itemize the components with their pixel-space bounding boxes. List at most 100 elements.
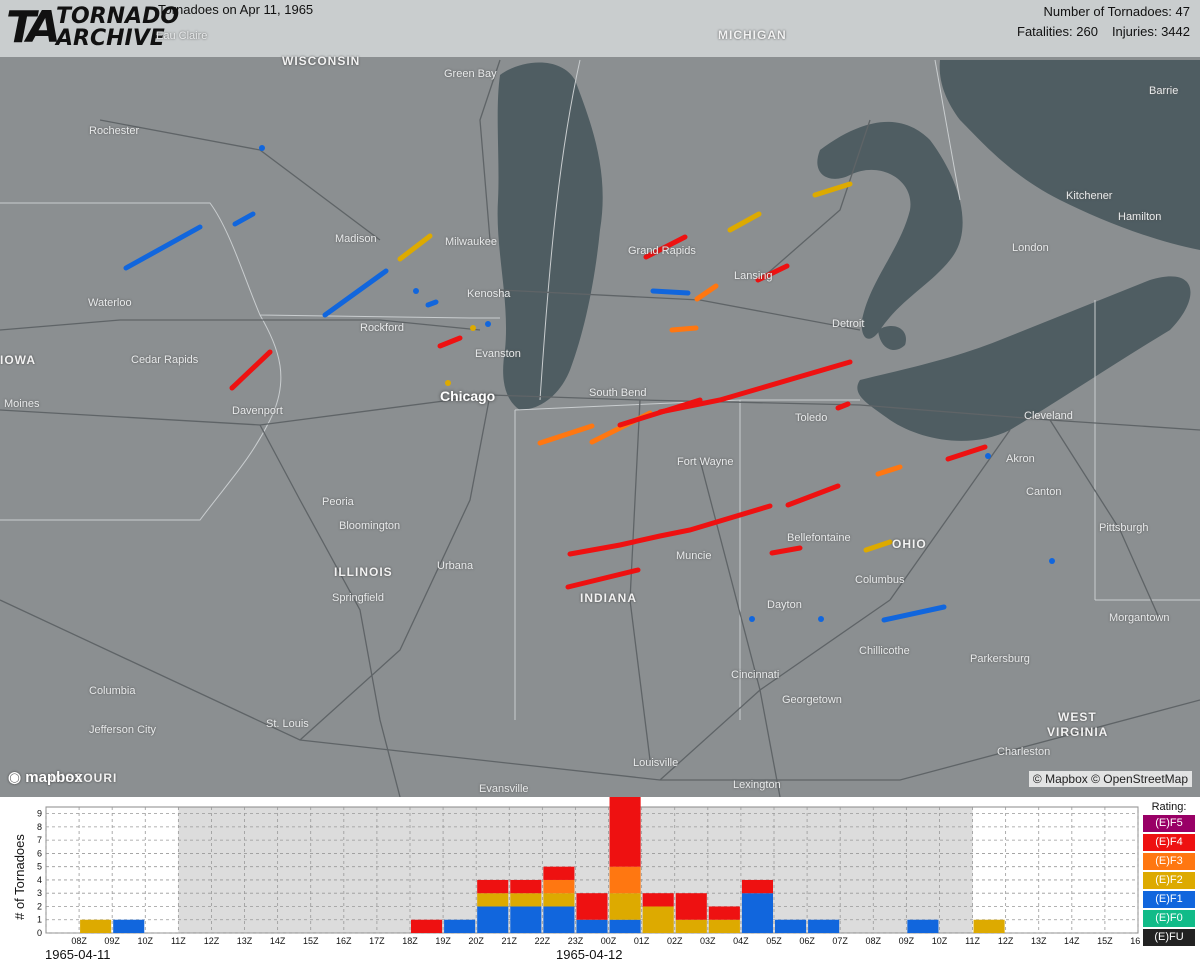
city-cedar-rapids: Cedar Rapids <box>131 354 199 366</box>
bar-segment <box>411 919 443 933</box>
city-rockford: Rockford <box>360 322 405 334</box>
bar-segment <box>609 797 641 867</box>
y-tick-label: 2 <box>37 901 42 911</box>
tornado-histogram: 0 1 2 3 4 5 6 7 8 9 08Z 09Z 10Z 11Z 12Z 13Z 14Z 15Z 16Z 17Z… <box>0 797 1200 965</box>
x-tick-label: 23Z <box>568 936 584 946</box>
legend-item: (E)F5 <box>1143 815 1195 832</box>
legend-item: (E)FU <box>1143 929 1195 946</box>
bar-segment <box>775 919 807 933</box>
legend-item: (E)F2 <box>1143 872 1195 889</box>
bar-segment <box>973 919 1005 933</box>
city-davenport: Davenport <box>232 405 283 417</box>
bar-segment <box>543 906 575 933</box>
city-lansing: Lansing <box>734 270 773 282</box>
legend-item: (E)F1 <box>1143 891 1195 908</box>
city-kenosha: Kenosha <box>467 288 511 300</box>
x-tick-label: 09Z <box>104 936 120 946</box>
city-green-bay: Green Bay <box>444 68 497 80</box>
bar-segment <box>543 866 575 880</box>
bar-segment <box>708 919 740 933</box>
city-muncie: Muncie <box>676 550 712 562</box>
state-label-iowa: IOWA <box>0 353 36 367</box>
x-tick-label: 10Z <box>932 936 948 946</box>
x-tick-label: 02Z <box>667 936 683 946</box>
x-tick-label: 08Z <box>866 936 882 946</box>
state-label-wisconsin: WISCONSIN <box>282 54 361 68</box>
x-tick-label: 15Z <box>303 936 319 946</box>
mapbox-label: mapbox <box>25 769 83 786</box>
state-label-virginia: VIRGINIA <box>1047 725 1109 739</box>
fatalities: Fatalities: 260 <box>1017 24 1098 39</box>
legend-title: Rating: <box>1151 801 1187 813</box>
city-peoria: Peoria <box>322 496 354 508</box>
histogram-y-axis-label: # of Tornadoes <box>12 834 27 920</box>
y-tick-label: 0 <box>37 928 42 938</box>
bar-segment <box>576 893 608 920</box>
city-evansville: Evansville <box>479 783 529 795</box>
logo-letters: TA <box>6 2 61 53</box>
city-columbus: Columbus <box>855 574 905 586</box>
city-chillicothe: Chillicothe <box>859 645 910 657</box>
y-tick-label: 5 <box>37 862 42 872</box>
tornado-archive-logo[interactable]: TA TORNADO ARCHIVE <box>6 2 179 53</box>
bar-segment <box>675 893 707 920</box>
x-tick-label: 08Z <box>71 936 87 946</box>
tornado-map[interactable]: TA TORNADO ARCHIVE Tornadoes on Apr 11, … <box>0 0 1200 797</box>
bar-segment <box>477 893 509 907</box>
x-tick-label: 11Z <box>965 936 980 946</box>
bar-segment <box>444 919 476 933</box>
city-morgantown: Morgantown <box>1109 612 1170 624</box>
city-cleveland: Cleveland <box>1024 410 1073 422</box>
city-chicago: Chicago <box>440 388 496 404</box>
x-tick-label: 05Z <box>766 936 782 946</box>
x-tick-label: 17Z <box>369 936 385 946</box>
city-st-louis: St. Louis <box>266 718 309 730</box>
map-attribution[interactable]: © Mapbox © OpenStreetMap <box>1028 771 1192 787</box>
legend-item: (E)F3 <box>1143 853 1195 870</box>
y-tick-label: 7 <box>37 835 42 845</box>
city-madison: Madison <box>335 233 377 245</box>
state-label-michigan: MICHIGAN <box>718 28 787 42</box>
y-tick-label: 4 <box>37 875 42 885</box>
bar-segment <box>609 866 641 894</box>
city-springfield: Springfield <box>332 592 384 604</box>
city-eau-claire: Eau Claire <box>156 30 208 42</box>
x-tick-label: 14Z <box>1064 936 1080 946</box>
y-tick-label: 6 <box>37 848 42 858</box>
x-tick-label: 14Z <box>270 936 286 946</box>
mapbox-logo[interactable]: ◉ mapbox <box>8 768 83 786</box>
x-tick-label: 21Z <box>502 936 518 946</box>
x-tick-label: 12Z <box>998 936 1014 946</box>
x-tick-label: 20Z <box>468 936 484 946</box>
state-label-indiana: INDIANA <box>580 591 637 605</box>
city-akron: Akron <box>1006 453 1035 465</box>
tornado-count: Number of Tornadoes: 47 <box>1043 4 1190 19</box>
x-tick-label: 06Z <box>799 936 815 946</box>
lake-huron <box>817 121 963 339</box>
city-dayton: Dayton <box>767 599 802 611</box>
x-tick-label: 18Z <box>402 936 418 946</box>
state-label-ohio: OHIO <box>892 537 927 551</box>
logo-line-2: ARCHIVE <box>56 26 165 51</box>
city-charleston: Charleston <box>997 746 1051 758</box>
histogram-chart: 0 1 2 3 4 5 6 7 8 9 08Z 09Z 10Z 11Z 12Z 13Z 14Z 15Z 16Z 17Z… <box>12 797 1140 946</box>
bar-segment <box>543 879 575 894</box>
bar-segment <box>510 893 542 907</box>
bar-segment <box>642 906 674 933</box>
page-title: Tornadoes on Apr 11, 1965 <box>158 2 314 17</box>
bar-segment <box>642 893 674 907</box>
bar-segment <box>741 893 773 933</box>
city-grand-rapids: Grand Rapids <box>628 245 696 257</box>
bar-segment <box>576 919 608 933</box>
city-georgetown: Georgetown <box>782 694 842 706</box>
city-waterloo: Waterloo <box>88 297 132 309</box>
bar-segment <box>510 906 542 933</box>
bar-segment <box>609 893 641 920</box>
city-jefferson-city: Jefferson City <box>89 724 157 736</box>
x-tick-label: 16Z <box>1130 936 1140 946</box>
tornado-stats: Number of Tornadoes: 47 Fatalities: 260 I… <box>1013 2 1190 42</box>
city-cincinnati: Cincinnati <box>731 669 780 681</box>
city-barrie: Barrie <box>1149 85 1179 97</box>
bar-segment <box>80 919 112 933</box>
x-tick-label: 03Z <box>700 936 716 946</box>
